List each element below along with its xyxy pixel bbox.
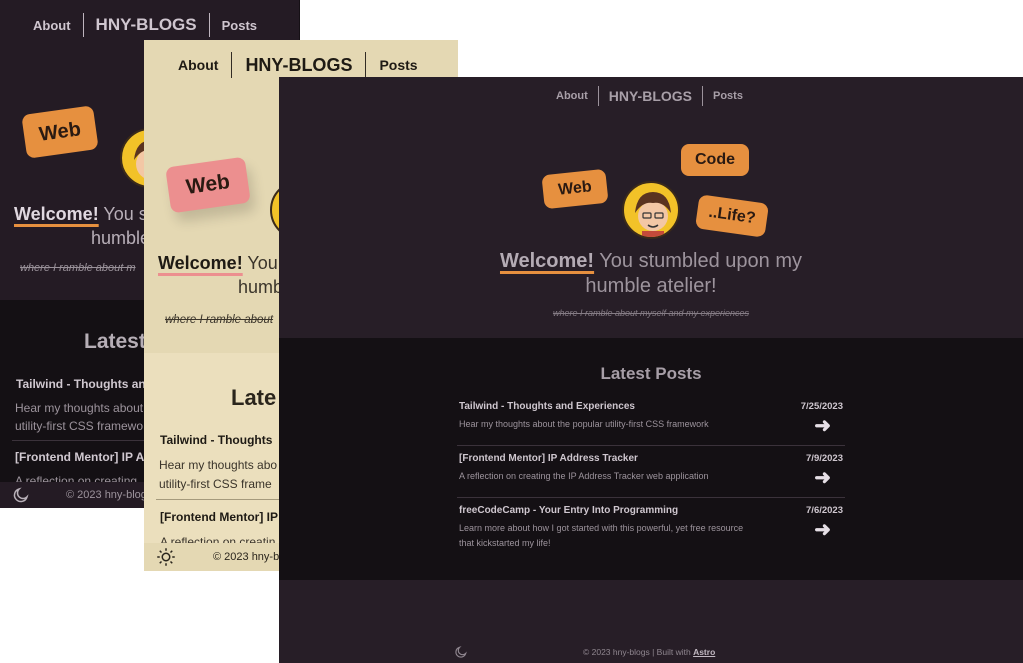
post-title[interactable]: [Frontend Mentor] IP A: [15, 450, 144, 464]
hero-rest-text: You: [242, 253, 278, 273]
post-row[interactable]: Tailwind - Thoughts and Experiences Hear …: [457, 394, 845, 445]
nav-separator: [365, 52, 367, 78]
latest-heading: Late: [231, 385, 277, 410]
welcome-text: Welcome!: [158, 253, 243, 273]
code-bubble: Code: [681, 144, 749, 176]
web-bubble: Web: [21, 105, 99, 159]
post-row[interactable]: [Frontend Mentor] IP Address Tracker A re…: [457, 445, 845, 497]
arrow-right-icon[interactable]: ➜: [814, 465, 831, 490]
avatar: [622, 181, 680, 239]
arrow-right-icon[interactable]: ➜: [814, 413, 831, 438]
post-title[interactable]: Tailwind - Thoughts: [160, 433, 272, 447]
web-bubble: Web: [165, 156, 251, 214]
post-date: 7/25/2023: [800, 401, 843, 412]
footer: © 2023 hny-blogs | Built with Astro: [454, 643, 854, 661]
posts-list: Tailwind - Thoughts and Experiences Hear …: [279, 77, 1023, 548]
moon-icon[interactable]: [454, 645, 468, 659]
front-window: About HNY-BLOGS Posts Code Web ..Life? W…: [279, 77, 1023, 663]
nav-posts-link[interactable]: Posts: [713, 90, 743, 102]
footer-text: © 2023 hny-b: [213, 551, 280, 563]
screenshot-stage: About HNY-BLOGS Posts Web Welcome! You s…: [0, 0, 1023, 663]
post-desc: utility-first CSS framewo: [15, 419, 144, 433]
hero-rest-text-2: humble atelier!: [585, 275, 717, 297]
nav-brand[interactable]: HNY-BLOGS: [245, 55, 352, 76]
sun-icon[interactable]: [156, 547, 176, 567]
arrow-right-icon[interactable]: ➜: [814, 517, 831, 542]
tagline: where I ramble about myself and my exper…: [552, 308, 750, 318]
nav-separator: [597, 86, 599, 106]
post-title[interactable]: [Frontend Mentor] IP: [160, 510, 278, 524]
welcome-text: Welcome!: [14, 204, 99, 224]
footer-text: © 2023 hny-blog: [66, 489, 147, 501]
nav-about-link[interactable]: About: [556, 90, 588, 102]
post-desc: utility-first CSS frame: [159, 477, 272, 491]
nav-about-link[interactable]: About: [33, 18, 71, 33]
nav-brand[interactable]: HNY-BLOGS: [609, 88, 692, 104]
nav-separator: [82, 13, 84, 37]
footer-text: © 2023 hny-blogs | Built with Astro: [583, 647, 715, 657]
post-date: 7/6/2023: [806, 505, 843, 516]
nav-separator: [208, 13, 210, 37]
welcome-text: Welcome!: [499, 250, 595, 272]
hero-rest-text: You stumbled upon my: [594, 250, 803, 272]
nav-posts-link[interactable]: Posts: [379, 57, 417, 73]
post-title[interactable]: freeCodeCamp - Your Entry Into Programmi…: [459, 505, 678, 516]
post-title[interactable]: [Frontend Mentor] IP Address Tracker: [459, 453, 638, 464]
tagline: where I ramble about m: [20, 262, 136, 274]
latest-heading: Latest Posts: [600, 364, 702, 383]
post-desc: Hear my thoughts about: [15, 401, 144, 415]
nav-about-link[interactable]: About: [178, 57, 218, 73]
nav-posts-link[interactable]: Posts: [222, 18, 257, 33]
post-row[interactable]: freeCodeCamp - Your Entry Into Programmi…: [457, 497, 845, 553]
post-date: 7/9/2023: [806, 453, 843, 464]
footer-copyright: © 2023 hny-blogs | Built with: [583, 647, 694, 657]
post-desc: A reflection on creating the IP Address …: [459, 471, 709, 481]
life-bubble: ..Life?: [694, 194, 770, 238]
moon-icon[interactable]: [12, 486, 30, 504]
post-desc: Hear my thoughts abo: [159, 458, 278, 472]
astro-link[interactable]: Astro: [693, 647, 715, 657]
back-nav: About HNY-BLOGS Posts: [33, 12, 257, 38]
hero-title: Welcome! You stumbled upon my humble ate…: [279, 249, 1023, 299]
tagline: where I ramble about: [165, 314, 274, 326]
post-title[interactable]: Tailwind - Thoughts an: [16, 377, 146, 391]
hero-rest-text-2: humble: [91, 228, 151, 248]
hero-rest-text-2: humb: [238, 277, 284, 297]
nav-separator: [702, 86, 703, 106]
middle-nav: About HNY-BLOGS Posts: [178, 52, 418, 78]
post-desc: Learn more about how I got started with …: [459, 523, 744, 548]
front-nav: About HNY-BLOGS Posts: [556, 85, 743, 107]
post-desc: Hear my thoughts about the popular utili…: [459, 419, 709, 429]
post-title[interactable]: Tailwind - Thoughts and Experiences: [459, 401, 635, 412]
latest-heading: Latest: [84, 330, 146, 353]
hero-rest-text: You s: [98, 204, 148, 224]
nav-brand[interactable]: HNY-BLOGS: [96, 15, 197, 35]
web-bubble: Web: [541, 168, 609, 210]
nav-separator: [231, 52, 233, 78]
